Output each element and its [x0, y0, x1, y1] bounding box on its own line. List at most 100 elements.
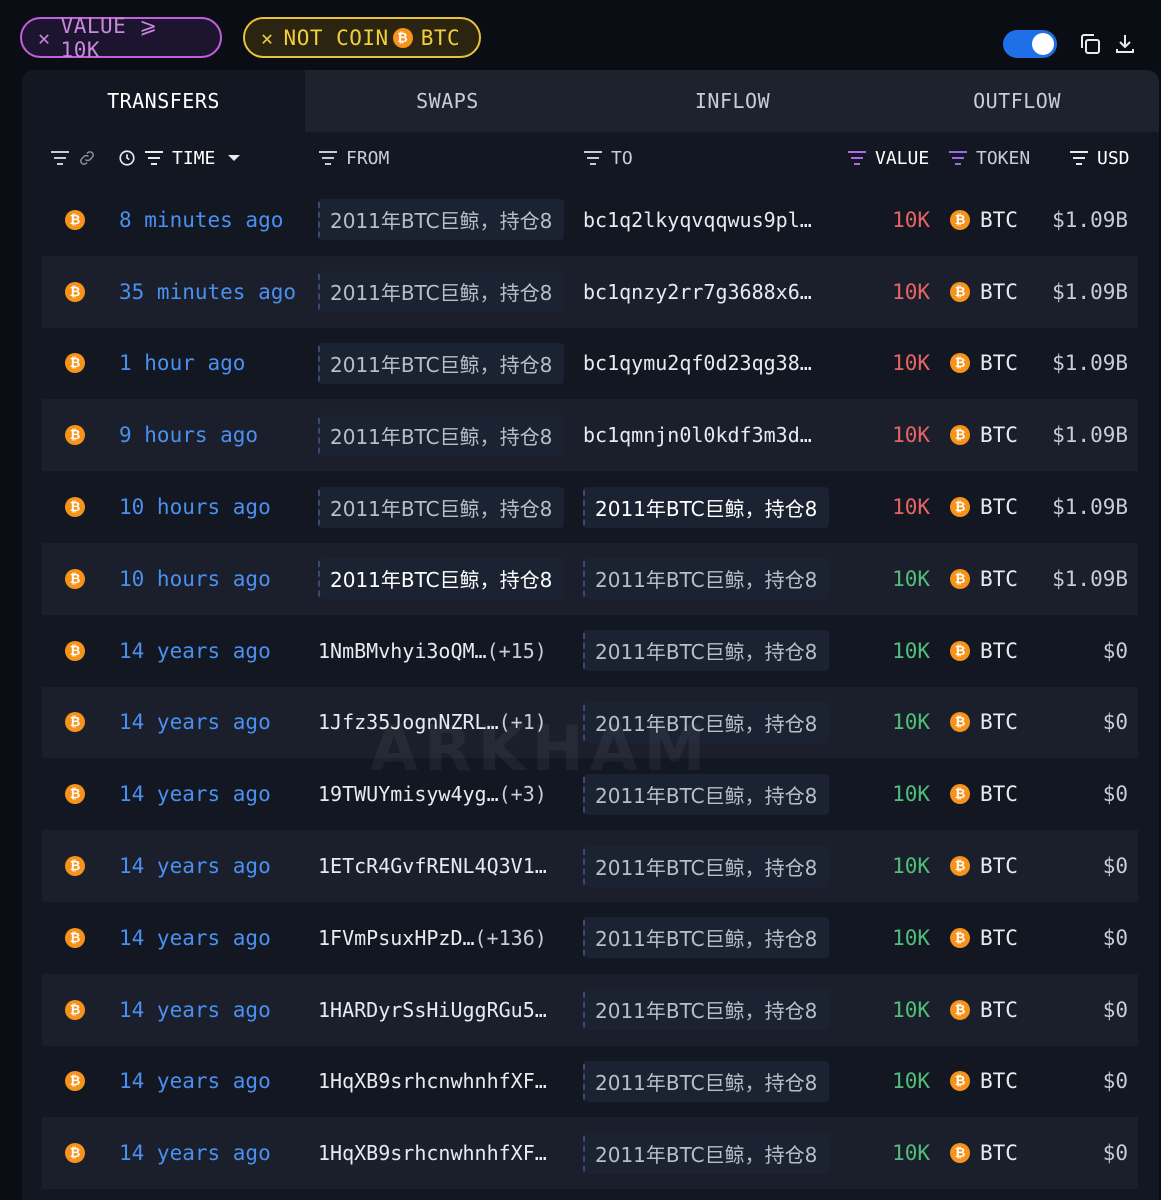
table-row[interactable]: ₿ 9 hours ago 2011年BTC巨鲸，持仓8 bc1qmnjn0l0…	[42, 399, 1138, 472]
toggle-switch[interactable]	[1003, 30, 1057, 58]
table-row[interactable]: ₿ 14 years ago 1HqXB9srhcnwhnhfXF… 2011年…	[42, 1117, 1138, 1190]
to-entity-tag[interactable]: 2011年BTC巨鲸，持仓8	[583, 773, 829, 815]
caret-down-icon[interactable]	[227, 153, 241, 163]
token-cell[interactable]: ₿ BTC	[950, 184, 1018, 256]
token-cell[interactable]: ₿ BTC	[950, 1046, 1018, 1118]
table-row[interactable]: ₿ 14 years ago 19TWUYmisyw4yg…(+3) 2011年…	[42, 758, 1138, 830]
to-address[interactable]: bc1qnzy2rr7g3688x6…	[583, 280, 829, 304]
table-row[interactable]: ₿ 8 minutes ago 2011年BTC巨鲸，持仓8 bc1q2lkyq…	[42, 184, 1138, 256]
token-cell[interactable]: ₿ BTC	[950, 830, 1018, 902]
table-row[interactable]: ₿ 14 years ago 1Jfz35JognNZRL…(+1) 2011年…	[42, 686, 1138, 759]
time-link[interactable]: 1 hour ago	[119, 328, 245, 400]
from-address[interactable]: 1HARDyrSsHiUggRGu5…	[318, 998, 564, 1022]
token-cell[interactable]: ₿ BTC	[950, 687, 1018, 759]
copy-icon[interactable]	[1078, 32, 1102, 56]
to-address[interactable]: bc1qymu2qf0d23qg38…	[583, 351, 829, 375]
from-entity-tag[interactable]: 2011年BTC巨鲸，持仓8	[318, 558, 564, 600]
close-icon[interactable]: ✕	[38, 26, 51, 50]
table-row[interactable]: ₿ 14 years ago 1NmBMvhyi3oQM…(+15) 2011年…	[42, 615, 1138, 687]
time-link[interactable]: 35 minutes ago	[119, 256, 296, 328]
download-icon[interactable]	[1113, 32, 1137, 56]
time-link[interactable]: 10 hours ago	[119, 471, 271, 543]
header-time[interactable]: TIME	[118, 132, 249, 184]
token-cell[interactable]: ₿ BTC	[950, 974, 1018, 1046]
from-address[interactable]: 19TWUYmisyw4yg…(+3)	[318, 782, 564, 806]
from-address[interactable]: 1NmBMvhyi3oQM…(+15)	[318, 639, 564, 663]
bitcoin-icon: ₿	[950, 425, 970, 446]
filter-icon[interactable]	[847, 150, 867, 166]
time-link[interactable]: 8 minutes ago	[119, 184, 283, 256]
to-address[interactable]: bc1q2lkyqvqqwus9pl…	[583, 208, 829, 232]
usd-cell: $0	[1102, 1141, 1128, 1166]
table-row[interactable]: ₿ 14 years ago 1ETcR4GvfRENL4Q3V1… 2011年…	[42, 830, 1138, 902]
time-link[interactable]: 14 years ago	[119, 830, 271, 902]
table-row[interactable]: ₿ 35 minutes ago 2011年BTC巨鲸，持仓8 bc1qnzy2…	[42, 255, 1138, 328]
time-link[interactable]: 14 years ago	[119, 615, 271, 687]
token-cell[interactable]: ₿ BTC	[950, 543, 1018, 615]
time-link[interactable]: 14 years ago	[119, 687, 271, 759]
table-row[interactable]: ₿ 14 years ago 1HqXB9srhcnwhnhfXF… 2011年…	[42, 1046, 1138, 1118]
tab-swaps[interactable]: SWAPS	[305, 70, 590, 132]
to-entity-tag[interactable]: 2011年BTC巨鲸，持仓8	[583, 917, 829, 959]
from-address[interactable]: 1ETcR4GvfRENL4Q3V1…	[318, 854, 564, 878]
to-address[interactable]: bc1qmnjn0l0kdf3m3d…	[583, 423, 829, 447]
to-entity-tag[interactable]: 2011年BTC巨鲸，持仓8	[583, 486, 829, 528]
from-entity-tag[interactable]: 2011年BTC巨鲸，持仓8	[318, 199, 564, 241]
to-entity-tag[interactable]: 2011年BTC巨鲸，持仓8	[583, 1132, 829, 1174]
tab-inflow[interactable]: INFLOW	[590, 70, 875, 132]
from-address[interactable]: 1Jfz35JognNZRL…(+1)	[318, 710, 564, 734]
token-cell[interactable]: ₿ BTC	[950, 615, 1018, 687]
from-entity-tag[interactable]: 2011年BTC巨鲸，持仓8	[318, 414, 564, 456]
table-row[interactable]: ₿ 14 years ago 1HARDyrSsHiUggRGu5… 2011年…	[42, 973, 1138, 1046]
filter-icon[interactable]	[144, 150, 164, 166]
to-entity-tag[interactable]: 2011年BTC巨鲸，持仓8	[583, 1060, 829, 1102]
filter-icon[interactable]	[1069, 150, 1089, 166]
time-link[interactable]: 14 years ago	[119, 1046, 271, 1118]
to-entity-tag[interactable]: 2011年BTC巨鲸，持仓8	[583, 989, 829, 1031]
header-usd[interactable]: USD	[1069, 132, 1130, 184]
time-link[interactable]: 14 years ago	[119, 1117, 271, 1189]
to-cell: 2011年BTC巨鲸，持仓8	[583, 902, 829, 974]
tab-transfers[interactable]: TRANSFERS	[22, 70, 305, 132]
token-cell[interactable]: ₿ BTC	[950, 471, 1018, 543]
table-row[interactable]: ₿ 10 hours ago 2011年BTC巨鲸，持仓8 2011年BTC巨鲸…	[42, 542, 1138, 615]
time-link[interactable]: 14 years ago	[119, 974, 271, 1046]
header-token[interactable]: TOKEN	[948, 132, 1030, 184]
token-cell[interactable]: ₿ BTC	[950, 902, 1018, 974]
filter-icon[interactable]	[318, 150, 338, 166]
filter-icon[interactable]	[50, 150, 70, 166]
to-entity-tag[interactable]: 2011年BTC巨鲸，持仓8	[583, 845, 829, 887]
to-entity-tag[interactable]: 2011年BTC巨鲸，持仓8	[583, 701, 829, 743]
filter-icon[interactable]	[583, 150, 603, 166]
to-entity-tag[interactable]: 2011年BTC巨鲸，持仓8	[583, 558, 829, 600]
token-cell[interactable]: ₿ BTC	[950, 256, 1018, 328]
header-to[interactable]: TO	[583, 132, 633, 184]
from-address[interactable]: 1FVmPsuxHPzD…(+136)	[318, 926, 564, 950]
token-cell[interactable]: ₿ BTC	[950, 1117, 1018, 1189]
table-row[interactable]: ₿ 10 hours ago 2011年BTC巨鲸，持仓8 2011年BTC巨鲸…	[42, 471, 1138, 543]
header-from[interactable]: FROM	[318, 132, 389, 184]
token-cell[interactable]: ₿ BTC	[950, 328, 1018, 400]
from-address[interactable]: 1HqXB9srhcnwhnhfXF…	[318, 1141, 564, 1165]
time-link[interactable]: 14 years ago	[119, 758, 271, 830]
header-value[interactable]: VALUE	[847, 132, 929, 184]
close-icon[interactable]: ✕	[261, 26, 274, 50]
filter-chip-coin-prefix: NOT COIN	[283, 25, 389, 50]
table-row[interactable]: ₿ 1 hour ago 2011年BTC巨鲸，持仓8 bc1qymu2qf0d…	[42, 328, 1138, 400]
time-link[interactable]: 10 hours ago	[119, 543, 271, 615]
from-entity-tag[interactable]: 2011年BTC巨鲸，持仓8	[318, 342, 564, 384]
time-link[interactable]: 9 hours ago	[119, 399, 258, 471]
from-entity-tag[interactable]: 2011年BTC巨鲸，持仓8	[318, 271, 564, 313]
token-cell[interactable]: ₿ BTC	[950, 399, 1018, 471]
filter-chip-not-coin[interactable]: ✕ NOT COIN ₿ BTC	[243, 17, 481, 58]
table-row[interactable]: ₿ 14 years ago 1FVmPsuxHPzD…(+136) 2011年…	[42, 902, 1138, 974]
link-icon[interactable]	[78, 149, 96, 167]
from-entity-tag[interactable]: 2011年BTC巨鲸，持仓8	[318, 486, 564, 528]
token-cell[interactable]: ₿ BTC	[950, 758, 1018, 830]
tab-outflow[interactable]: OUTFLOW	[875, 70, 1159, 132]
from-address[interactable]: 1HqXB9srhcnwhnhfXF…	[318, 1069, 564, 1093]
to-entity-tag[interactable]: 2011年BTC巨鲸，持仓8	[583, 630, 829, 672]
filter-icon[interactable]	[948, 150, 968, 166]
time-link[interactable]: 14 years ago	[119, 902, 271, 974]
filter-chip-value[interactable]: ✕ VALUE ⩾ 10K	[20, 14, 222, 62]
